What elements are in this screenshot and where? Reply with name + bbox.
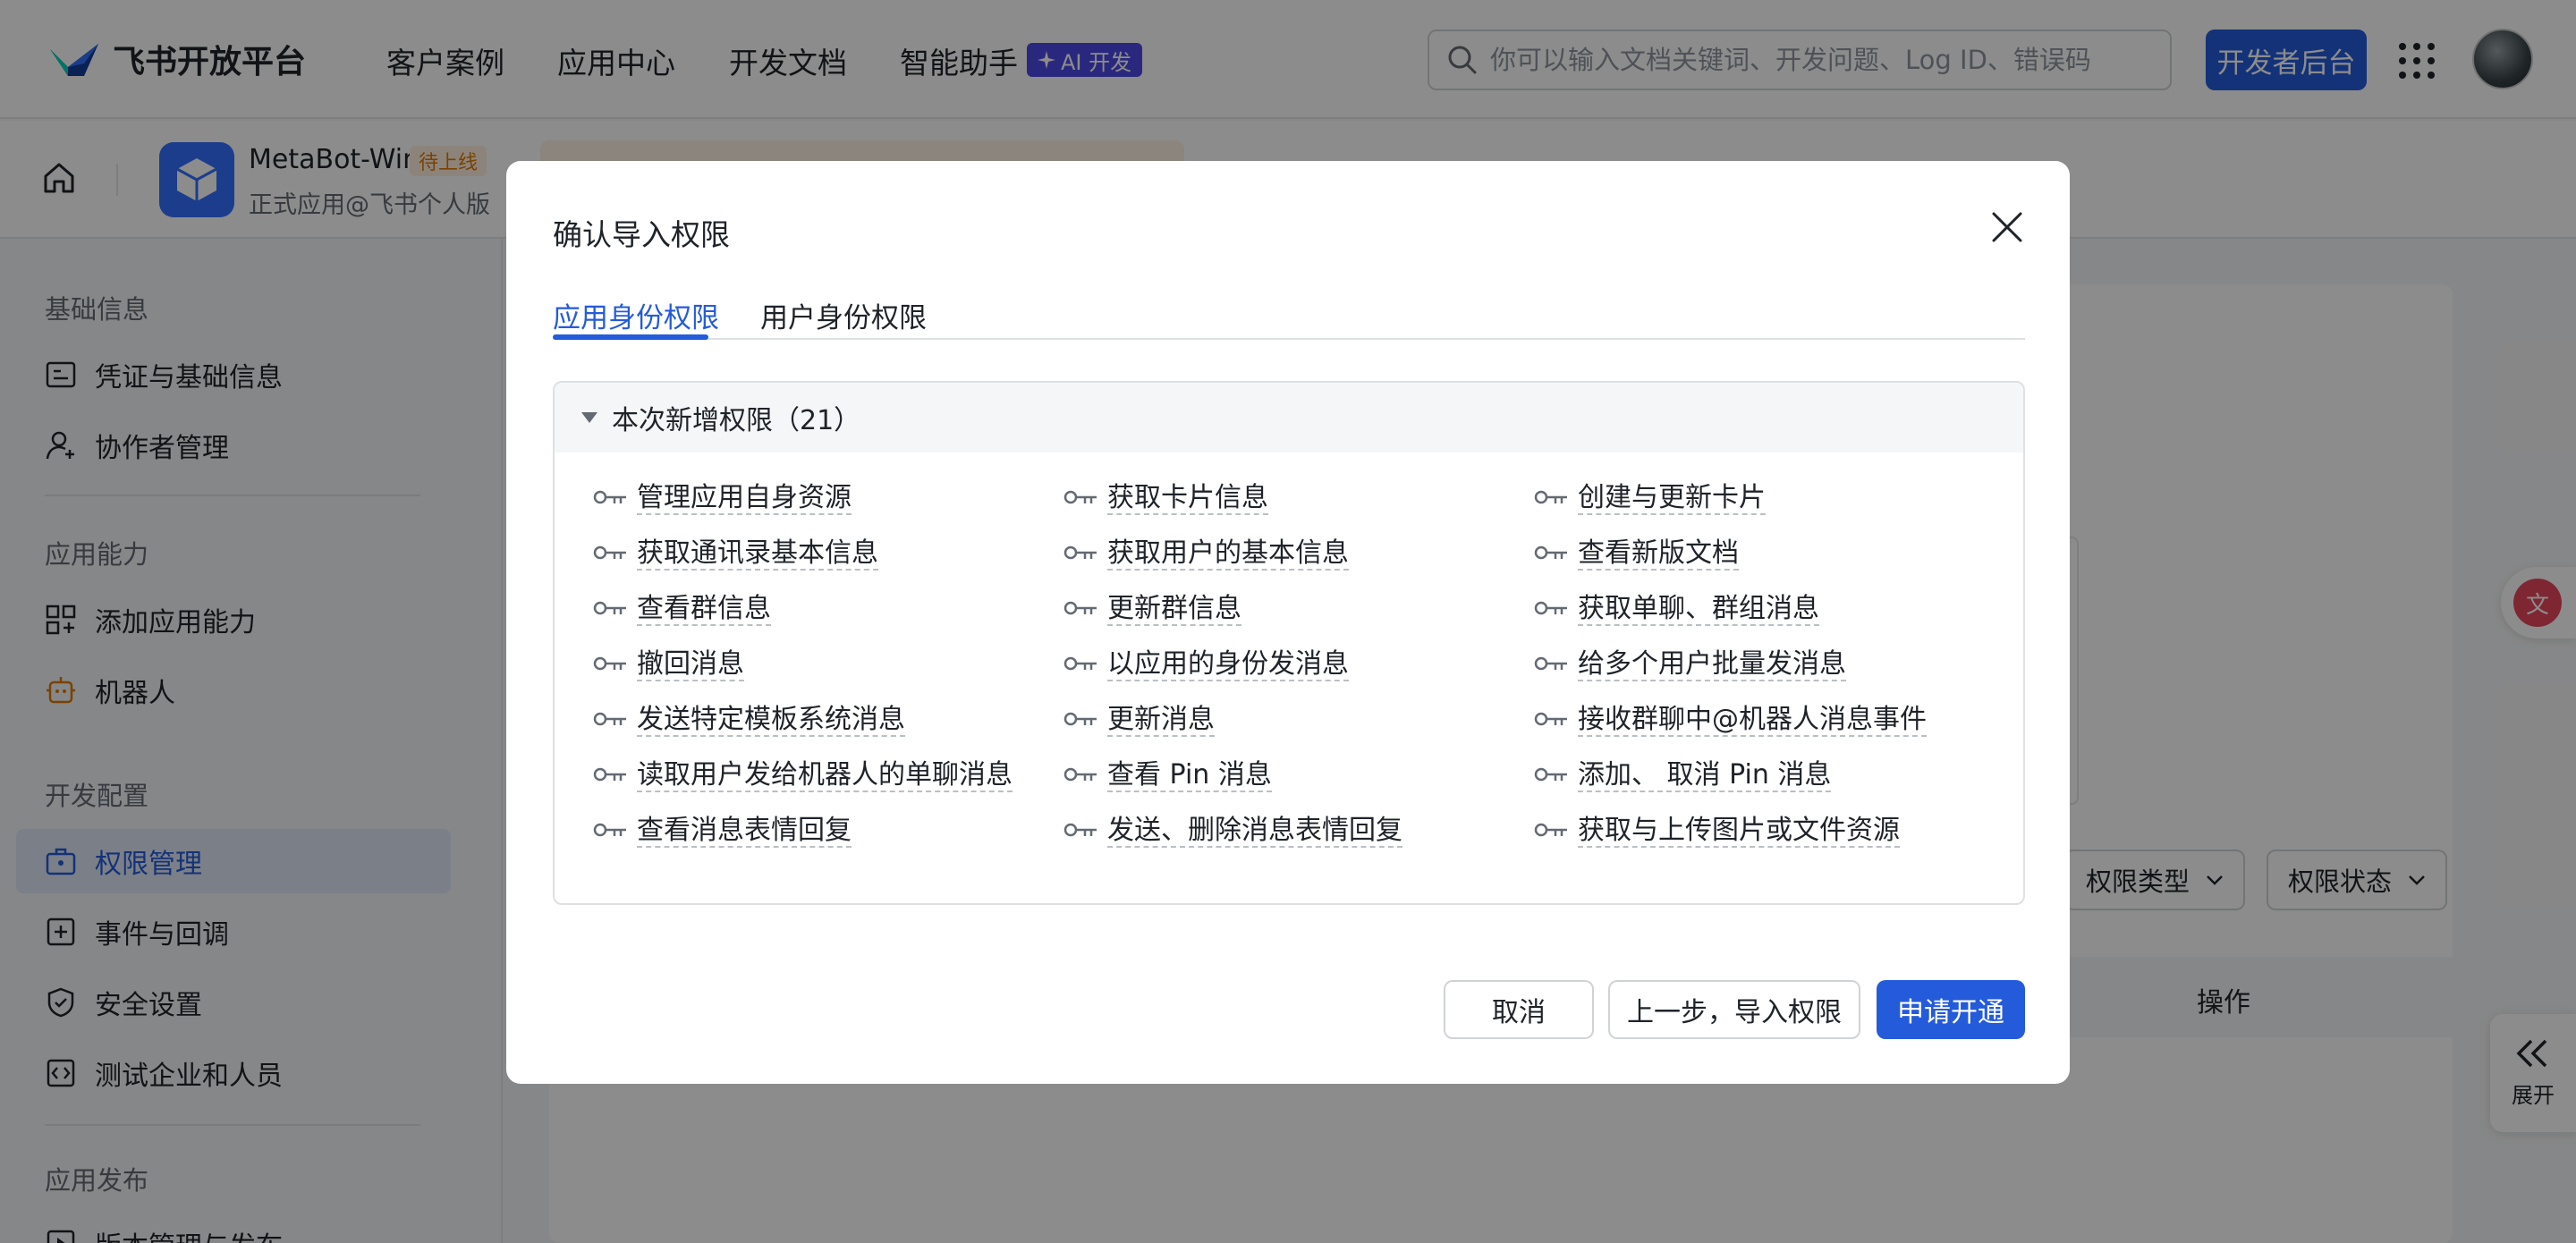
permission-label: 读取用户发给机器人的单聊消息 [637, 759, 1013, 792]
key-icon [1534, 490, 1567, 504]
permission-item[interactable]: 获取卡片信息 [1063, 483, 1533, 515]
permission-item[interactable]: 查看群信息 [592, 594, 1063, 626]
key-icon [1063, 601, 1097, 615]
permission-item[interactable]: 获取与上传图片或文件资源 [1533, 816, 2004, 848]
key-icon [1534, 656, 1567, 671]
permission-label: 获取单聊、群组消息 [1578, 593, 1819, 626]
permission-item[interactable]: 发送特定模板系统消息 [592, 705, 1063, 737]
permission-item[interactable]: 创建与更新卡片 [1533, 483, 2004, 515]
permission-label: 查看消息表情回复 [637, 815, 852, 848]
key-icon [593, 767, 626, 782]
key-icon [1534, 601, 1567, 615]
apply-button[interactable]: 申请开通 [1877, 980, 2025, 1039]
close-icon [1992, 212, 2022, 242]
permission-item[interactable]: 查看 Pin 消息 [1063, 760, 1533, 792]
key-icon [1063, 490, 1097, 504]
permission-label: 发送、删除消息表情回复 [1107, 815, 1402, 848]
permission-item[interactable]: 查看消息表情回复 [592, 816, 1063, 848]
permission-label: 管理应用自身资源 [637, 482, 852, 515]
key-icon [1063, 712, 1097, 726]
permission-label: 获取用户的基本信息 [1107, 537, 1349, 571]
permission-label: 查看 Pin 消息 [1107, 759, 1272, 792]
permission-label: 以应用的身份发消息 [1107, 648, 1349, 681]
permission-item[interactable]: 更新消息 [1063, 705, 1533, 737]
permission-list: 管理应用自身资源 获取卡片信息 创建与更新卡片 获取通讯录基本信息 获取用户的基本信息查… [592, 483, 2005, 848]
key-icon [593, 712, 626, 726]
permission-label: 查看群信息 [637, 593, 771, 626]
dialog-title: 确认导入权限 [553, 217, 730, 252]
permission-item[interactable]: 撤回消息 [592, 649, 1063, 681]
key-icon [1063, 823, 1097, 837]
permission-label: 接收群聊中@机器人消息事件 [1578, 704, 1927, 737]
permission-label: 更新消息 [1107, 704, 1215, 737]
previous-step-button[interactable]: 上一步，导入权限 [1608, 980, 1860, 1039]
permission-label: 获取与上传图片或文件资源 [1578, 815, 1900, 848]
permission-tabs: 应用身份权限 用户身份权限 [553, 295, 2025, 340]
permission-item[interactable]: 以应用的身份发消息 [1063, 649, 1533, 681]
permission-item[interactable]: 更新群信息 [1063, 594, 1533, 626]
permission-label: 创建与更新卡片 [1578, 482, 1766, 515]
permission-label: 添加、 取消 Pin 消息 [1578, 759, 1832, 792]
key-icon [1534, 712, 1567, 726]
tab-app-identity[interactable]: 应用身份权限 [553, 295, 719, 340]
key-icon [1534, 767, 1567, 782]
new-permissions-header[interactable]: 本次新增权限（21） [555, 383, 2023, 452]
permission-item[interactable]: 接收群聊中@机器人消息事件 [1533, 705, 2004, 737]
key-icon [593, 823, 626, 837]
close-button[interactable] [1987, 207, 2027, 247]
cancel-button[interactable]: 取消 [1444, 980, 1594, 1039]
confirm-import-permissions-dialog: 确认导入权限 应用身份权限 用户身份权限 本次新增权限（21） 管理应用自身资源… [506, 161, 2070, 1084]
permission-item[interactable]: 查看新版文档 [1533, 538, 2004, 571]
permission-label: 获取卡片信息 [1107, 482, 1268, 515]
key-icon [1063, 767, 1097, 782]
caret-down-icon [581, 412, 597, 423]
tab-user-identity[interactable]: 用户身份权限 [760, 295, 927, 340]
permission-label: 获取通讯录基本信息 [637, 537, 878, 571]
permission-item[interactable]: 获取单聊、群组消息 [1533, 594, 2004, 626]
key-icon [1534, 823, 1567, 837]
section-title: 本次新增权限（21） [612, 405, 861, 436]
new-permissions-panel: 本次新增权限（21） 管理应用自身资源 获取卡片信息 创建与更新卡片获取通讯录基本信… [553, 381, 2025, 905]
permission-label: 发送特定模板系统消息 [637, 704, 905, 737]
permission-label: 给多个用户批量发消息 [1578, 648, 1846, 681]
key-icon [1534, 545, 1567, 560]
permission-item[interactable]: 读取用户发给机器人的单聊消息 [592, 760, 1063, 792]
permission-label: 查看新版文档 [1578, 537, 1739, 571]
key-icon [593, 656, 626, 671]
key-icon [1063, 545, 1097, 560]
permission-item[interactable]: 管理应用自身资源 [592, 483, 1063, 515]
permission-item[interactable]: 获取通讯录基本信息 [592, 538, 1063, 571]
key-icon [1063, 656, 1097, 671]
key-icon [593, 490, 626, 504]
permission-item[interactable]: 获取用户的基本信息 [1063, 538, 1533, 571]
active-tab-indicator [553, 334, 708, 340]
key-icon [593, 601, 626, 615]
permission-item[interactable]: 添加、 取消 Pin 消息 [1533, 760, 2004, 792]
key-icon [593, 545, 626, 560]
permission-item[interactable]: 发送、删除消息表情回复 [1063, 816, 1533, 848]
permission-item[interactable]: 给多个用户批量发消息 [1533, 649, 2004, 681]
permission-label: 更新群信息 [1107, 593, 1241, 626]
permission-label: 撤回消息 [637, 648, 744, 681]
